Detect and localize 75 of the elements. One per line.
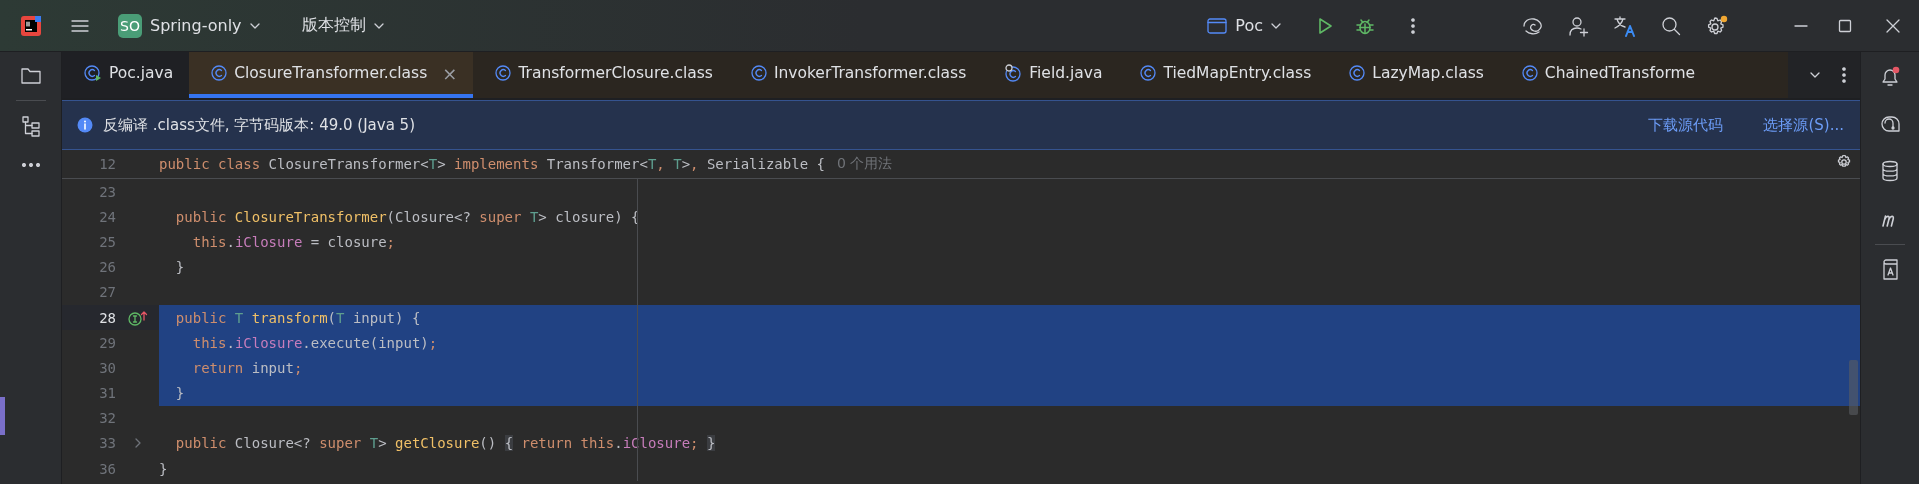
project-badge: SO (118, 13, 142, 38)
run-config-selector[interactable]: Poc (1201, 12, 1287, 39)
line-number: 36 (98, 459, 116, 479)
banner-link[interactable]: 选择源(S)... (1763, 115, 1844, 135)
line-number: 12 (98, 156, 116, 172)
panel-indicator (0, 397, 5, 435)
line-number: 25 (98, 232, 116, 252)
decompiled-notice: 反编译 .class文件, 字节码版本: 49.0 (Java 5) (103, 115, 415, 135)
editor-tab[interactable]: TransformerClosure.class (473, 52, 729, 98)
editor-tab[interactable]: TiedMapEntry.class (1118, 52, 1328, 98)
add-user-icon[interactable] (1568, 14, 1590, 37)
structure-icon[interactable] (20, 115, 41, 137)
project-selector[interactable]: SO Spring-only (112, 9, 266, 42)
line-number: 32 (98, 409, 116, 429)
app-logo-icon (20, 14, 42, 37)
line-number: 27 (98, 283, 116, 303)
search-icon[interactable] (1661, 15, 1681, 36)
code-line: } (174, 259, 185, 276)
editor-tab[interactable]: Field.java (982, 52, 1119, 98)
more-vertical-icon[interactable] (1842, 67, 1846, 83)
editor-tab[interactable]: ClosureTransformer.class × (189, 52, 474, 98)
scrollbar-thumb[interactable] (1849, 360, 1858, 415)
line-number: 30 (98, 358, 116, 378)
swirl-icon[interactable] (1522, 15, 1544, 36)
vcs-menu[interactable]: 版本控制 (295, 11, 390, 40)
code-line: public Closure<? super T> getClosure() { return this.iClosure; } (174, 435, 716, 452)
line-number: 33 (98, 434, 116, 454)
class-file-icon (1140, 65, 1157, 81)
fold-chevron-icon[interactable] (133, 438, 142, 449)
line-number: 24 (98, 207, 116, 227)
chat-icon[interactable] (1879, 114, 1901, 134)
close-icon[interactable] (1886, 18, 1900, 33)
window-icon (1207, 17, 1228, 34)
settings-icon[interactable] (1705, 14, 1729, 37)
editor-tab[interactable]: ChainedTransforme (1499, 52, 1696, 98)
more-horizontal-icon[interactable] (21, 163, 40, 167)
editor-tab[interactable]: LazyMap.class (1327, 52, 1500, 98)
settings-icon[interactable] (1836, 154, 1852, 170)
project-name: Spring-only (150, 16, 242, 35)
database-icon[interactable] (1881, 160, 1899, 182)
more-vertical-icon[interactable] (1411, 17, 1415, 34)
run-icon[interactable] (1317, 16, 1333, 35)
code-line: public class ClosureTransformer<T> implements Transformer<T, T>, Serializable { (159, 156, 825, 172)
chevron-down-icon (373, 22, 384, 29)
class-file-icon (211, 65, 228, 81)
info-icon (77, 117, 93, 133)
code-line: } (174, 385, 185, 402)
folder-icon[interactable] (19, 66, 42, 86)
close-tab-button[interactable]: × (442, 62, 458, 84)
code-line: this.iClosure.execute(input); (191, 334, 438, 351)
banner-link[interactable]: 下载源代码 (1648, 115, 1724, 135)
translate-icon[interactable] (1613, 14, 1637, 37)
book-icon[interactable] (1881, 259, 1899, 281)
class-file-icon (1521, 65, 1538, 81)
line-number: 26 (98, 258, 116, 278)
code-line: public T transform(T input) { (174, 309, 421, 326)
chevron-down-icon (249, 22, 260, 29)
class-file-icon (1349, 65, 1366, 81)
editor-tab[interactable]: Poc.java (62, 52, 190, 98)
line-number: 29 (98, 333, 116, 353)
tabs-dropdown-icon (1810, 72, 1820, 78)
menu-icon[interactable] (70, 17, 90, 34)
line-number: 23 (98, 182, 116, 202)
chevron-down-icon (1271, 22, 1281, 29)
line-number: 31 (98, 384, 116, 404)
class-file-icon (1004, 64, 1023, 82)
class-file-icon (84, 64, 102, 82)
code-line: } (159, 460, 168, 477)
code-line: return input; (191, 359, 303, 376)
editor-tab[interactable]: InvokerTransformer.class (728, 52, 983, 98)
code-line: this.iClosure = closure; (191, 233, 396, 250)
class-file-icon (750, 65, 767, 81)
class-file-icon (495, 65, 512, 81)
maximize-icon[interactable] (1838, 18, 1852, 33)
line-number: 28 (62, 304, 116, 331)
